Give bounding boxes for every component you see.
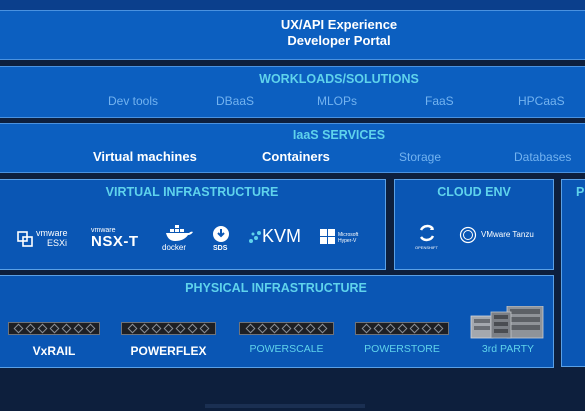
- virtual-infrastructure-title: VIRTUAL INFRASTRUCTURE: [105, 185, 279, 199]
- powerstore-grille: [409, 323, 420, 334]
- workloads-band: WORKLOADS/SOLUTIONS Dev tools DBaaS MLOP…: [0, 66, 585, 118]
- docker-text: docker: [162, 243, 187, 252]
- cloud-env-panel: CLOUD ENV OPENSHIFT VMware Tanzu: [394, 179, 554, 270]
- third-party-label: 3rd PARTY: [469, 343, 547, 355]
- powerscale-grille: [245, 323, 256, 334]
- esxi-vmware-text: vmware: [36, 228, 68, 238]
- powerstore-label: POWERSTORE: [364, 343, 440, 355]
- powerstore-grille: [373, 323, 384, 334]
- third-party-label-text: 3rd PARTY: [481, 343, 535, 355]
- powerscale-grille: [317, 323, 328, 334]
- portal-title-line2: Developer Portal: [287, 33, 391, 48]
- physical-infrastructure-title: PHYSICAL INFRASTRUCTURE: [185, 281, 367, 295]
- vxrail-grille: [85, 323, 96, 334]
- powerflex-grille: [151, 323, 162, 334]
- hyperv-text: Microsoft Hyper-V: [338, 232, 359, 244]
- sds-icon: [213, 226, 229, 242]
- microsoft-hyperv-logo: Microsoft Hyper-V: [320, 229, 370, 247]
- iaas-item-storage: Storage: [399, 150, 442, 164]
- vxrail-grille: [73, 323, 84, 334]
- vmware-tanzu-logo: VMware Tanzu: [459, 226, 549, 244]
- powerflex-grille: [187, 323, 198, 334]
- powerstore-grille: [361, 323, 372, 334]
- iaas-item-containers: Containers: [262, 149, 330, 164]
- iaas-title: IaaS SERVICES: [292, 128, 386, 142]
- vmware-esxi-logo: vmware ESXi: [17, 228, 77, 250]
- kvm-text: KVM: [262, 226, 302, 246]
- powerstore-grille: [433, 323, 444, 334]
- vxrail-grille: [13, 323, 24, 334]
- vxrail-label: VxRAIL: [32, 344, 76, 358]
- docker-whale-icon: [166, 225, 193, 241]
- powerflex-label: POWERFLEX: [130, 344, 207, 358]
- powerscale-grille: [281, 323, 292, 334]
- iaas-item-virtual-machines: Virtual machines: [93, 149, 197, 164]
- iaas-band: IaaS SERVICES Virtual machines Container…: [0, 123, 585, 173]
- powerflex-grille: [163, 323, 174, 334]
- powerflex-grille: [199, 323, 210, 334]
- kvm-dots-icon: [249, 231, 261, 243]
- powerscale-label: POWERSCALE: [249, 343, 324, 355]
- esxi-text: ESXi: [47, 238, 68, 248]
- openshift-icon: [419, 224, 435, 242]
- powerstore-server: [355, 322, 449, 335]
- windows-icon: [320, 229, 335, 244]
- vxrail-grille: [25, 323, 36, 334]
- powerscale-grille: [257, 323, 268, 334]
- powerscale-grille: [305, 323, 316, 334]
- powerflex-grille: [175, 323, 186, 334]
- workload-item-dev-tools: Dev tools: [108, 94, 159, 108]
- vxrail-server: [8, 322, 100, 335]
- openshift-text: OPENSHIFT: [415, 245, 438, 250]
- powerstore-grille: [421, 323, 432, 334]
- powerscale-server: [239, 322, 334, 335]
- third-party-servers-icon: [470, 306, 544, 339]
- workload-item-mlops: MLOPs: [317, 94, 358, 108]
- vxrail-grille: [49, 323, 60, 334]
- powerstore-grille: [397, 323, 408, 334]
- footer-faint-text: [205, 404, 365, 408]
- powerflex-grille: [127, 323, 138, 334]
- iaas-item-databases: Databases: [514, 150, 572, 164]
- powerstore-grille: [385, 323, 396, 334]
- virtual-infrastructure-panel: VIRTUAL INFRASTRUCTURE vmware ESXi vmwar…: [0, 179, 386, 270]
- workload-item-hpcaas: HPCaaS: [518, 94, 565, 108]
- workload-item-faas: FaaS: [425, 94, 454, 108]
- powerflex-grille: [139, 323, 150, 334]
- sds-logo: SDS: [210, 225, 232, 255]
- nsx-t-text: NSX-T: [91, 233, 139, 250]
- docker-logo: docker: [162, 224, 196, 254]
- powerscale-grille: [269, 323, 280, 334]
- developer-portal-band: UX/API Experience Developer Portal: [0, 10, 585, 60]
- vxrail-grille: [37, 323, 48, 334]
- kvm-logo: KVM: [248, 225, 306, 249]
- physical-infrastructure-panel: PHYSICAL INFRASTRUCTURE VxRAIL POWERFLEX…: [0, 275, 554, 368]
- workload-item-dbaas: DBaaS: [216, 94, 255, 108]
- powerflex-server: [121, 322, 216, 335]
- vmware-icon: [17, 231, 33, 247]
- openshift-logo: OPENSHIFT: [415, 223, 441, 253]
- cloud-env-title: CLOUD ENV: [437, 185, 511, 199]
- right-cropped-panel: P: [561, 179, 585, 367]
- portal-title-line1: UX/API Experience: [280, 17, 398, 32]
- tanzu-text: VMware Tanzu: [481, 230, 534, 239]
- tanzu-icon: [459, 226, 477, 244]
- workloads-title: WORKLOADS/SOLUTIONS: [259, 72, 419, 86]
- top-strip: [0, 0, 585, 10]
- right-panel-title: P: [576, 185, 585, 199]
- sds-text: SDS: [213, 245, 228, 252]
- powerscale-grille: [293, 323, 304, 334]
- vxrail-grille: [61, 323, 72, 334]
- nsx-t-logo: vmware NSX-T: [91, 227, 147, 251]
